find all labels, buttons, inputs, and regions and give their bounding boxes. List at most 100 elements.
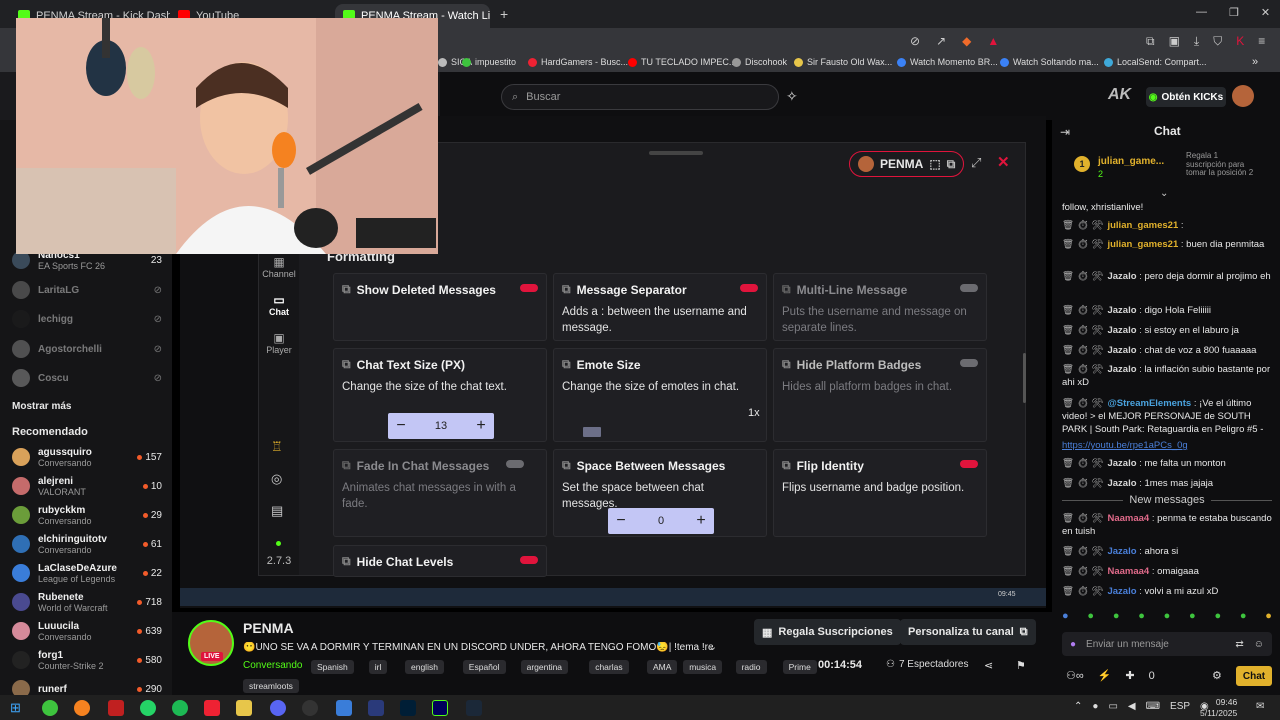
chat-username[interactable]: julian_games21 [1107,239,1178,250]
tag[interactable]: musica [683,660,723,674]
notification-icon[interactable]: ✉ [1256,701,1264,712]
channel-badge[interactable]: PENMA ⬚ ⧉ [849,151,965,177]
trophy-icon[interactable]: ♖ [271,439,283,455]
obs-icon[interactable] [302,700,318,716]
plus-icon[interactable]: + [688,512,714,530]
chevron-down-icon[interactable]: ⌄ [708,640,717,653]
app-icon[interactable] [108,700,124,716]
bookmark[interactable]: Sir Fausto Old Wax... [794,57,892,67]
emote-icon[interactable]: ● [1087,610,1094,622]
keyboard-icon[interactable]: ⌨ [1146,701,1160,712]
network-icon[interactable]: ▭ [1108,701,1117,712]
bookmark[interactable]: impuestito [462,57,516,67]
shield-icon[interactable]: ⛉ [1213,34,1222,49]
steam-icon[interactable] [466,700,482,716]
sidebar-channel[interactable]: Rubenete World of Warcraft 718 [12,588,162,616]
moderation-icons[interactable]: 🗑 ⏱ ⚒ [1062,325,1103,336]
app-icon[interactable] [336,700,352,716]
xbox-icon[interactable] [42,700,58,716]
language-indicator[interactable]: ESP [1170,701,1190,712]
translate-icon[interactable]: ⇄ [1235,639,1243,650]
channel-name[interactable]: PENMA [243,620,294,636]
sidebar-channel[interactable]: Luuucila Conversando 639 [12,617,162,645]
chat-username[interactable]: Jazalo [1107,586,1136,597]
puzzle-icon[interactable]: ⧉ [1146,34,1155,49]
sidebar-channel[interactable]: Coscu ⊘ [12,364,162,392]
sparkle-icon[interactable]: ✧ [786,88,798,105]
sidebar-channel[interactable]: elchiringuitotv Conversando 61 [12,530,162,558]
show-more-link[interactable]: Mostrar más [12,401,71,412]
report-icon[interactable]: ⚑ [1016,659,1026,672]
tag[interactable]: Español [462,660,506,674]
chevron-right-icon[interactable]: » [1252,56,1258,68]
tag[interactable]: irl [368,660,388,674]
pinned-user[interactable]: julian_game... [1098,156,1164,167]
toggle-switch[interactable] [960,284,978,292]
sidebar-channel[interactable]: LaritaLG ⊘ [12,276,162,304]
mic-icon[interactable]: ● [1092,701,1098,712]
brave-icon[interactable]: ◆ [962,34,971,48]
external-link-icon[interactable]: ⧉ [947,157,956,172]
eye-off-icon[interactable]: ⊘ [910,34,920,48]
toggle-switch[interactable] [520,556,538,564]
expand-icon[interactable]: ⤢ [971,155,981,171]
close-icon[interactable]: ✕ [997,153,1010,171]
maximize-icon[interactable]: ❐ [1229,6,1239,19]
moderation-icons[interactable]: 🗑 ⏱ ⚒ [1062,546,1103,557]
toggle-switch[interactable] [506,460,524,468]
mic-icon[interactable]: ● [1070,639,1076,650]
sidebar-channel[interactable]: lechigg ⊘ [12,305,162,333]
chat-username[interactable]: Jazalo [1107,364,1136,375]
chat-text[interactable]: https://youtu.be/rpe1aPCs_0g [1062,440,1188,451]
emote-icon[interactable]: ● [1062,610,1069,622]
chevron-down-icon[interactable]: ⌄ [1160,188,1168,199]
user-icon[interactable]: ◎ [271,471,282,487]
moderation-icons[interactable]: 🗑 ⏱ ⚒ [1062,364,1103,375]
calendar-icon[interactable]: ▤ [271,503,283,519]
bookmark[interactable]: LocalSend: Compart... [1104,57,1207,67]
people-icon[interactable]: ⚇∞ [1066,669,1084,682]
get-kicks-button[interactable]: ◉ Obtén KICKs [1146,87,1226,107]
emote-icon[interactable]: ● [1214,610,1221,622]
tag[interactable]: streamloots [243,679,299,693]
chevron-up-icon[interactable]: ⌃ [1074,701,1082,712]
moderation-icons[interactable]: 🗑 ⏱ ⚒ [1062,566,1103,577]
category-link[interactable]: Conversando [243,660,302,671]
share-icon[interactable]: ↗ [936,34,946,48]
close-window-icon[interactable]: ✕ [1261,6,1270,19]
toggle-switch[interactable] [740,284,758,292]
bookmark[interactable]: Watch Momento BR... [897,57,998,67]
emote-icon[interactable]: ● [1113,610,1120,622]
toggle-switch[interactable] [520,284,538,292]
chat-username[interactable]: @StreamElements [1107,398,1191,409]
premiere-icon[interactable] [432,700,448,716]
emote-icon[interactable]: ● [1164,610,1171,622]
moderation-icons[interactable]: 🗑 ⏱ ⚒ [1062,220,1103,231]
whatsapp-icon[interactable] [140,700,156,716]
moderation-icons[interactable]: 🗑 ⏱ ⚒ [1062,513,1103,524]
moderation-icons[interactable]: 🗑 ⏱ ⚒ [1062,478,1103,489]
menu-icon[interactable]: ≡ [1258,34,1265,49]
drag-handle[interactable] [649,151,703,155]
download-icon[interactable]: ⤓ [1194,34,1199,49]
emote-size-slider[interactable] [562,427,758,437]
chat-username[interactable]: Jazalo [1107,345,1136,356]
rewards-icon[interactable]: ▲ [987,34,999,48]
sidebar-channel[interactable]: alejreni VALORANT 10 [12,472,162,500]
windows-start-icon[interactable]: ⊞ [10,700,21,716]
chat-username[interactable]: Jazalo [1107,305,1136,316]
gift-subs-button[interactable]: ▦ Regala Suscripciones [754,619,901,645]
tag[interactable]: Prime [782,660,817,674]
emote-icon[interactable]: ● [1138,610,1145,622]
nav-player[interactable]: ▣ Player [259,331,299,355]
toggle-switch[interactable] [960,359,978,367]
text-size-stepper[interactable]: − 13 + [388,413,494,439]
sidebar-channel[interactable]: LaClaseDeAzure League of Legends 22 [12,559,162,587]
sidebar-channel[interactable]: Agostorchelli ⊘ [12,335,162,363]
moderation-icons[interactable]: 🗑 ⏱ ⚒ [1062,271,1103,282]
moderation-icons[interactable]: 🗑 ⏱ ⚒ [1062,345,1103,356]
moderation-icons[interactable]: 🗑 ⏱ ⚒ [1062,239,1103,250]
collapse-chat-icon[interactable]: ⇥ [1060,125,1070,139]
tag[interactable]: charlas [589,660,629,674]
slider-handle[interactable] [583,427,602,437]
